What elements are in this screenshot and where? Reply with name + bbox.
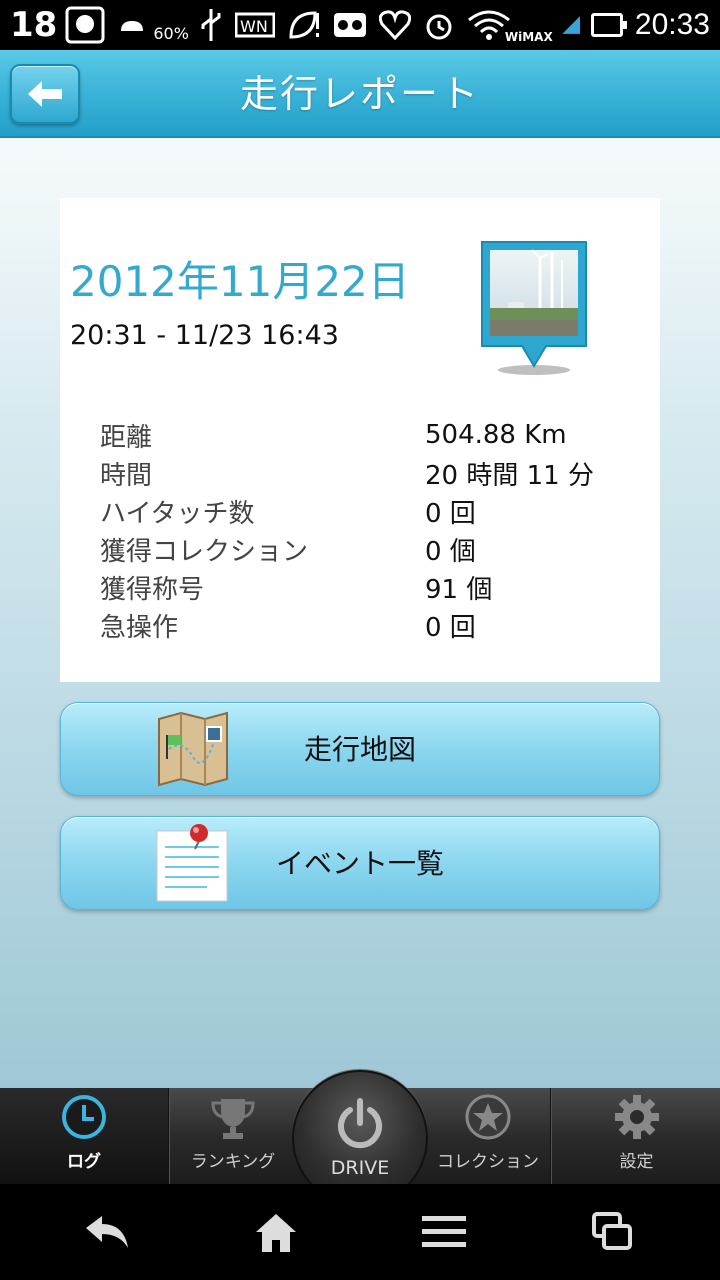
battery-charging-icon [591,13,627,37]
stat-value: 0 回 [425,612,476,643]
clock: 20:33 [634,8,710,41]
nav-menu-button[interactable] [414,1202,474,1262]
drive-label: DRIVE [330,1157,390,1179]
driving-map-label: 走行地図 [303,733,416,766]
usb-icon [199,7,223,43]
stats-list: 距離 504.88 Km 時間 20 時間 11 分 ハイタッチ数 0 回 獲得… [100,416,640,644]
wimax-label: WiMAX [504,30,553,44]
tab-label: ランキング [190,1152,276,1172]
tab-label: コレクション [437,1152,539,1172]
weather-icon [117,13,147,37]
app-notification-icon [65,6,105,44]
stat-label: 獲得コレクション [100,536,309,567]
stat-label: ハイタッチ数 [100,498,255,529]
gear-icon [614,1095,659,1139]
battery-percent: 60% [153,23,189,43]
report-time-range: 20:31 - 11/23 16:43 [70,320,339,351]
trophy-icon [211,1099,255,1139]
driving-map-button[interactable]: 走行地図 [60,702,660,796]
stat-value: 0 個 [425,536,476,567]
stat-label: 距離 [100,422,153,453]
voicemail-icon [333,12,367,38]
stat-label: 時間 [100,460,153,491]
event-list-label: イベント一覧 [275,847,444,880]
report-date: 2012年11月22日 [70,257,410,306]
tab-label: ログ [67,1152,101,1172]
system-nav-bar [0,1184,720,1280]
nav-home-button[interactable] [246,1202,306,1262]
nav-recents-button[interactable] [582,1202,642,1262]
back-icon [86,1216,128,1248]
report-card: 2012年11月22日 20:31 - 11/23 16:43 距離 504.8… [60,198,660,682]
alarm-icon [423,9,455,41]
back-arrow-icon [28,81,62,107]
stat-row-titles: 獲得称号 91 個 [100,568,640,606]
page-title: 走行レポート [239,72,480,116]
leaf-icon [287,9,321,41]
stat-label: 獲得称号 [100,574,205,605]
stat-row-distance: 距離 504.88 Km [100,416,640,454]
home-icon [256,1214,296,1252]
photo-pin-icon[interactable] [478,238,590,378]
tab-collection[interactable]: コレクション [426,1088,550,1184]
stat-row-collections: 獲得コレクション 0 個 [100,530,640,568]
clock-icon [62,1095,106,1139]
tab-settings[interactable]: 設定 [553,1088,720,1184]
stat-value: 504.88 Km [425,420,567,450]
stat-label: 急操作 [100,612,179,643]
stat-row-sudden-operations: 急操作 0 回 [100,606,640,644]
tab-ranking[interactable]: ランキング [171,1088,295,1184]
power-icon [338,1098,382,1149]
stat-row-high-touch: ハイタッチ数 0 回 [100,492,640,530]
wnn-icon: WN [234,10,275,40]
tab-log[interactable]: ログ [0,1088,168,1184]
back-button[interactable] [10,64,80,124]
stat-value: 0 回 [425,498,476,529]
stat-row-time: 時間 20 時間 11 分 [100,454,640,492]
title-bar: 走行レポート [0,50,720,138]
stat-value: 91 個 [425,574,493,605]
nav-back-button[interactable] [78,1202,138,1262]
svg-text:WN: WN [240,17,268,36]
event-list-button[interactable]: イベント一覧 [60,816,660,910]
heart-icon [378,10,411,40]
recent-apps-icon [592,1212,632,1250]
notification-count: 18 [10,5,58,45]
signal-icon [562,16,580,34]
menu-icon [422,1216,466,1247]
tab-label: 設定 [619,1152,654,1172]
stat-value: 20 時間 11 分 [425,460,594,491]
star-badge-icon [465,1094,511,1140]
status-bar: 18 60% WN WiMAX 20:33 [0,0,720,50]
